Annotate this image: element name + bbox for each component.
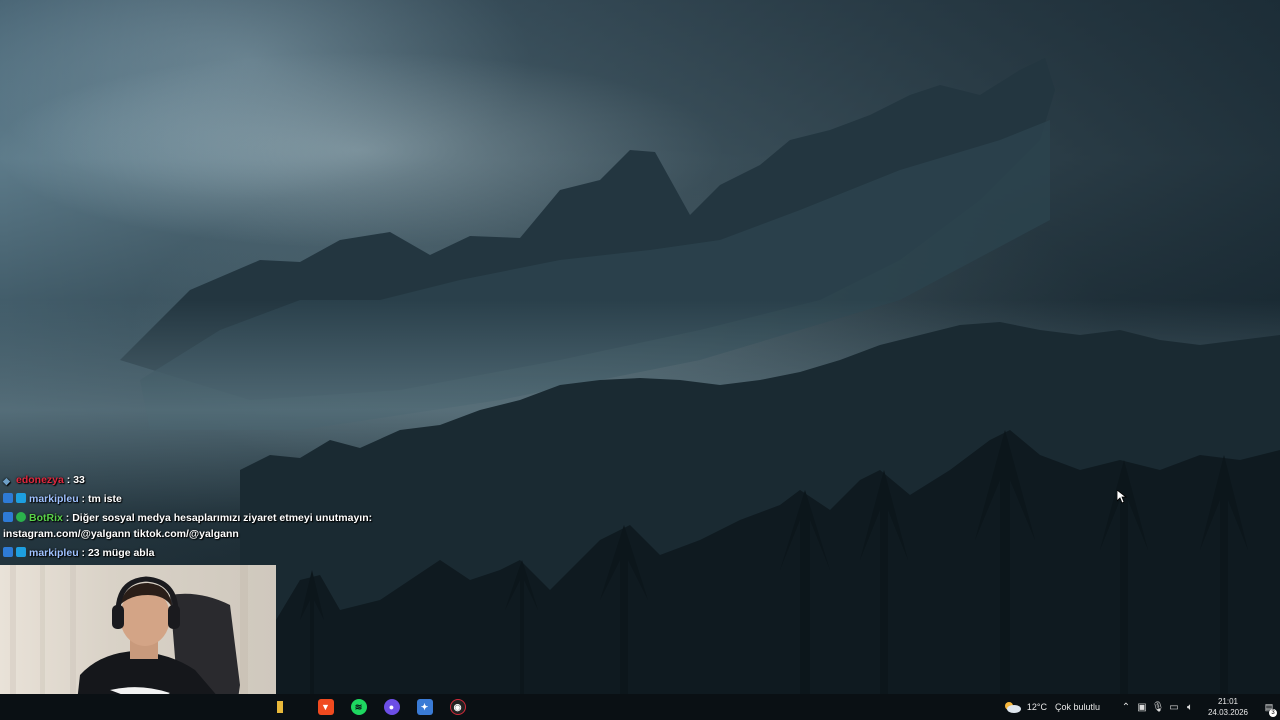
tray-app-icon[interactable]: ▣ xyxy=(1134,702,1150,713)
chat-text: tm iste xyxy=(87,493,122,505)
streamer-badge-icon xyxy=(3,512,13,522)
chat-text: 33 xyxy=(73,474,85,486)
chat-badge-icon: ◆ xyxy=(3,476,10,486)
chat-separator: : xyxy=(62,512,73,524)
taskbar-pinned-apps: ▼ ≋ ● ✦ ◉ xyxy=(276,694,474,720)
taskbar-app-generic[interactable]: ✦ xyxy=(408,694,441,720)
taskbar-app-discord[interactable]: ● xyxy=(375,694,408,720)
weather-cloud-icon xyxy=(1003,701,1021,713)
chat-message: markipleu : tm iste xyxy=(3,491,383,507)
chat-text: 23 müge abla xyxy=(87,547,155,559)
chat-username[interactable]: markipleu xyxy=(29,493,79,505)
bot-badge-icon xyxy=(16,512,26,522)
taskbar-app-spotify[interactable]: ≋ xyxy=(342,694,375,720)
chat-separator: : xyxy=(78,493,88,505)
moderator-badge-icon xyxy=(16,547,26,557)
discord-icon: ● xyxy=(383,699,400,715)
chat-username[interactable]: markipleu xyxy=(29,547,79,559)
spotify-icon: ≋ xyxy=(350,699,367,715)
chat-message: ◆ edonezya : 33 xyxy=(3,472,383,488)
clock-date: 24.03.2026 xyxy=(1207,708,1249,717)
taskbar-app-obs[interactable]: ◉ xyxy=(441,694,474,720)
chat-separator: : xyxy=(63,474,74,486)
streamer-badge-icon xyxy=(3,547,13,557)
chat-message: BotRix : Diğer sosyal medya hesaplarımız… xyxy=(3,510,383,542)
network-icon[interactable]: ▭ xyxy=(1166,702,1182,713)
taskbar-app-brave[interactable]: ▼ xyxy=(309,694,342,720)
chat-username[interactable]: BotRix xyxy=(29,512,63,524)
chat-text: Diğer sosyal medya hesaplarımızı ziyaret… xyxy=(72,512,373,524)
app-icon: ✦ xyxy=(416,699,433,715)
brave-icon: ▼ xyxy=(317,699,334,715)
weather-temperature: 12°C xyxy=(1026,702,1047,712)
chat-username[interactable]: edonezya xyxy=(16,474,64,486)
chat-text-continued: instagram.com/@yalgann tiktok.com/@yalga… xyxy=(3,528,239,540)
volume-icon[interactable]: 🔈︎ xyxy=(1182,702,1198,713)
weather-widget[interactable]: 12°C Çok bulutlu xyxy=(1003,701,1100,713)
chat-message: markipleu : 23 müge abla xyxy=(3,545,383,561)
obs-icon: ◉ xyxy=(449,699,466,715)
folder-icon xyxy=(276,701,283,713)
notification-center-button[interactable]: ▤ 3 xyxy=(1258,702,1280,717)
taskbar: ▼ ≋ ● ✦ ◉ 12°C Çok bulutlu ⌃ ▣ 🎙︎ ▭ 🔈︎ 2… xyxy=(0,694,1280,720)
system-tray: 12°C Çok bulutlu ⌃ ▣ 🎙︎ ▭ 🔈︎ 21:01 24.03… xyxy=(1003,694,1280,720)
stream-chat-overlay: ◆ edonezya : 33 markipleu : tm iste BotRi… xyxy=(3,472,383,564)
chat-separator: : xyxy=(78,547,88,559)
taskbar-clock[interactable]: 21:01 24.03.2026 xyxy=(1202,696,1254,718)
streamer-badge-icon xyxy=(3,493,13,503)
microphone-icon[interactable]: 🎙︎ xyxy=(1150,702,1166,713)
clock-time: 21:01 xyxy=(1217,697,1239,706)
chevron-up-icon[interactable]: ⌃ xyxy=(1118,702,1134,713)
moderator-badge-icon xyxy=(16,493,26,503)
notification-count-badge: 3 xyxy=(1269,708,1277,717)
taskbar-app-folder[interactable] xyxy=(276,694,309,720)
mouse-cursor-icon xyxy=(1116,489,1128,509)
weather-condition: Çok bulutlu xyxy=(1054,702,1100,712)
